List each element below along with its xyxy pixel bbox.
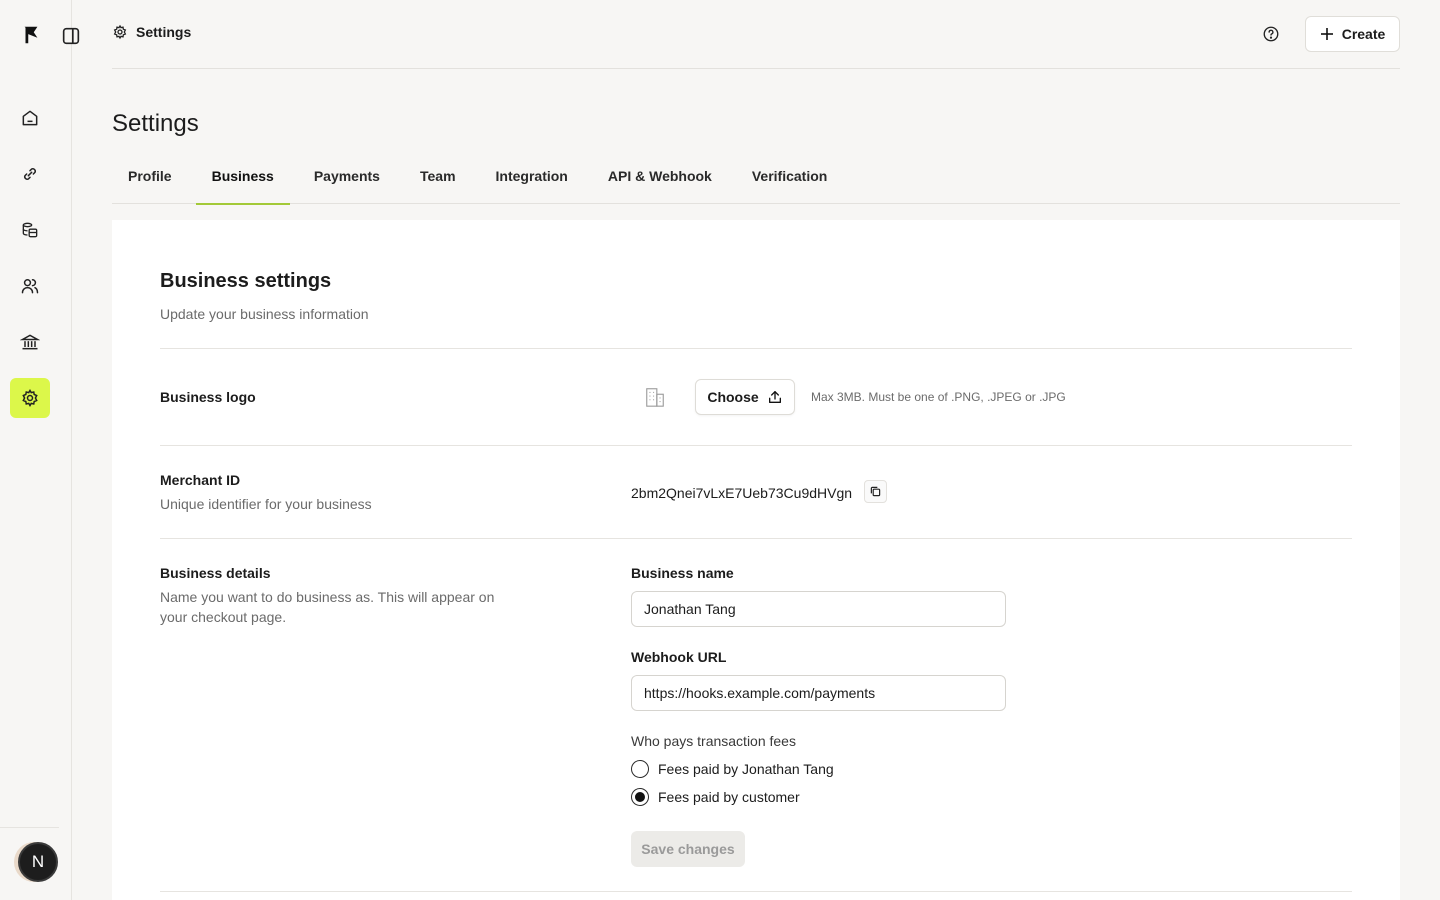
tab-api-webhook[interactable]: API & Webhook	[592, 148, 728, 204]
gear-icon	[22, 389, 38, 407]
create-button[interactable]: Create	[1305, 16, 1400, 52]
breadcrumb: Settings	[112, 24, 191, 40]
page-title: Settings	[112, 110, 199, 137]
radio-button-selected[interactable]	[631, 788, 649, 806]
merchant-id-label: Merchant ID	[160, 472, 241, 488]
radio-button[interactable]	[631, 760, 649, 778]
tab-business[interactable]: Business	[195, 148, 291, 205]
tab-profile[interactable]: Profile	[112, 148, 188, 204]
help-icon[interactable]	[1262, 25, 1280, 43]
tab-integration[interactable]: Integration	[480, 148, 584, 204]
webhook-url-label: Webhook URL	[631, 649, 727, 665]
bank-icon	[20, 334, 40, 350]
divider	[160, 891, 1352, 892]
webhook-url-input[interactable]	[631, 675, 1006, 711]
sidebar-item-customers[interactable]	[10, 266, 50, 306]
fee-option-merchant[interactable]: Fees paid by Jonathan Tang	[631, 760, 834, 778]
avatar[interactable]: N	[18, 842, 58, 882]
tab-team[interactable]: Team	[404, 148, 472, 204]
divider	[160, 348, 1352, 349]
section-title: Business settings	[160, 270, 332, 292]
link-icon	[24, 168, 36, 180]
business-details-label: Business details	[160, 565, 271, 581]
tab-payments[interactable]: Payments	[298, 148, 396, 204]
choose-logo-button[interactable]: Choose	[695, 379, 795, 415]
business-details-description: Name you want to do business as. This wi…	[160, 589, 495, 625]
building-icon	[646, 388, 664, 407]
radio-dot	[635, 792, 645, 802]
users-icon	[21, 279, 39, 294]
business-settings-card: Business settings Update your business i…	[112, 220, 1400, 900]
sidebar-item-bank[interactable]	[10, 322, 50, 362]
sidebar-item-links[interactable]	[10, 154, 50, 194]
breadcrumb-label: Settings	[136, 24, 192, 40]
divider	[160, 445, 1352, 446]
copy-icon	[870, 486, 881, 497]
sidebar-item-settings[interactable]	[10, 378, 50, 418]
merchant-id-description: Unique identifier for your business	[160, 496, 372, 512]
sidebar-item-transactions[interactable]	[10, 210, 50, 250]
sidebar-toggle-icon[interactable]	[60, 25, 82, 47]
divider	[160, 538, 1352, 539]
copy-merchant-id-button[interactable]	[864, 480, 887, 503]
settings-tabs: Profile Business Payments Team Integrati…	[112, 148, 1400, 205]
sidebar: N	[0, 0, 80, 900]
business-logo-label: Business logo	[160, 389, 256, 405]
coins-icon	[22, 222, 38, 238]
sidebar-nav	[10, 98, 50, 434]
upload-icon	[768, 391, 781, 403]
fee-option-label: Fees paid by Jonathan Tang	[658, 761, 834, 777]
merchant-id-value: 2bm2Qnei7vLxE7Ueb73Cu9dHVgn	[631, 485, 853, 501]
fee-option-customer[interactable]: Fees paid by customer	[631, 788, 800, 806]
fee-option-label: Fees paid by customer	[658, 789, 800, 805]
logo-upload-hint: Max 3MB. Must be one of .PNG, .JPEG or .…	[811, 390, 1066, 404]
tab-verification[interactable]: Verification	[736, 148, 843, 204]
flag-logo-icon[interactable]	[20, 24, 42, 46]
home-icon	[22, 110, 38, 126]
business-name-input[interactable]	[631, 591, 1006, 627]
sidebar-item-home[interactable]	[10, 98, 50, 138]
fees-label: Who pays transaction fees	[631, 733, 796, 749]
choose-button-label: Choose	[707, 389, 759, 405]
section-subtitle: Update your business information	[160, 306, 369, 322]
sidebar-divider	[0, 827, 59, 828]
plus-icon	[1320, 28, 1333, 40]
save-changes-button[interactable]: Save changes	[631, 831, 745, 867]
create-button-label: Create	[1341, 26, 1386, 42]
topbar: Settings Create	[112, 0, 1400, 69]
gear-icon	[113, 24, 127, 40]
business-name-label: Business name	[631, 565, 734, 581]
